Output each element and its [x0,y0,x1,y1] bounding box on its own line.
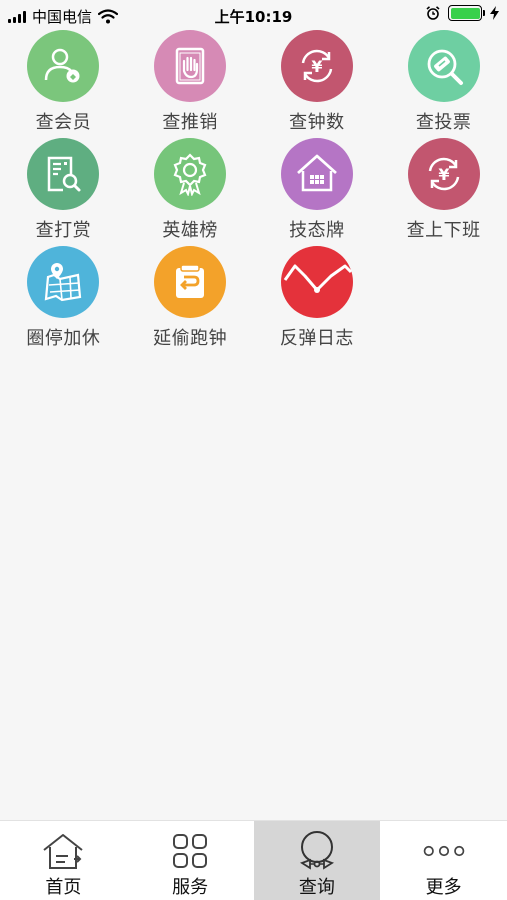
award-badge-icon [154,138,227,210]
ticket-search-icon [407,30,480,102]
tile-label: 延偷跑钟 [153,328,228,349]
service-grid-icon [168,831,212,871]
battery-icon [448,5,485,21]
query-grid: 查会员 查推销 ¥ 查钟数 查投票 查打赏 英雄榜 技态牌 ¥ 查上下班 圈停加… [0,30,507,354]
tile-label: 查会员 [35,112,92,133]
hand-book-icon [154,30,227,102]
return-box-icon [154,246,227,318]
tab-label: 首页 [45,877,82,898]
tile-label: 查推销 [162,112,218,133]
query-bowtie-icon [295,831,339,871]
tile-check-shift[interactable]: ¥ 查上下班 [380,138,507,246]
tile-label: 技态牌 [289,220,345,241]
home-icon [41,831,85,871]
tile-check-tips[interactable]: 查打赏 [0,138,127,246]
tab-service[interactable]: 服务 [127,821,254,900]
status-right [426,5,499,21]
alarm-icon [426,6,440,20]
map-pin-icon [27,246,100,318]
tile-check-votes[interactable]: 查投票 [380,30,507,138]
tile-label: 查钟数 [289,112,345,133]
svg-text:¥: ¥ [438,165,449,184]
more-dots-icon [422,831,466,871]
status-bar: 中国电信 上午10:19 [0,0,507,30]
tile-check-member[interactable]: 查会员 [0,30,127,138]
tile-tech-status-board[interactable]: 技态牌 [254,138,381,246]
tile-check-clock-count[interactable]: ¥ 查钟数 [254,30,381,138]
tab-home[interactable]: 首页 [0,821,127,900]
document-search-icon [27,138,100,210]
tile-check-sales[interactable]: 查推销 [127,30,254,138]
house-icon [280,138,353,210]
tab-label: 查询 [298,877,335,898]
tile-circle-pause-rest[interactable]: 圈停加休 [0,246,127,354]
tile-label: 查上下班 [406,220,481,241]
tile-label: 查打赏 [35,220,92,241]
tile-rebound-log[interactable]: 反弹日志 [254,246,381,354]
tile-label: 查投票 [415,112,472,133]
member-icon [27,30,100,102]
tile-label: 反弹日志 [279,328,354,349]
tab-label: 服务 [172,877,209,898]
bottom-tab-bar: 首页 服务 查询 更多 [0,820,507,900]
tile-hero-board[interactable]: 英雄榜 [127,138,254,246]
tab-label: 更多 [425,877,462,898]
tab-more[interactable]: 更多 [380,821,507,900]
yen-cycle-icon: ¥ [280,30,353,102]
tile-late-skip-clock[interactable]: 延偷跑钟 [127,246,254,354]
tab-query[interactable]: 查询 [253,821,381,900]
trend-line-icon [280,246,353,318]
tile-label: 英雄榜 [162,220,218,241]
svg-text:¥: ¥ [311,57,322,76]
charging-bolt-icon [490,6,499,20]
tile-label: 圈停加休 [26,328,101,349]
yen-cycle-icon: ¥ [407,138,480,210]
